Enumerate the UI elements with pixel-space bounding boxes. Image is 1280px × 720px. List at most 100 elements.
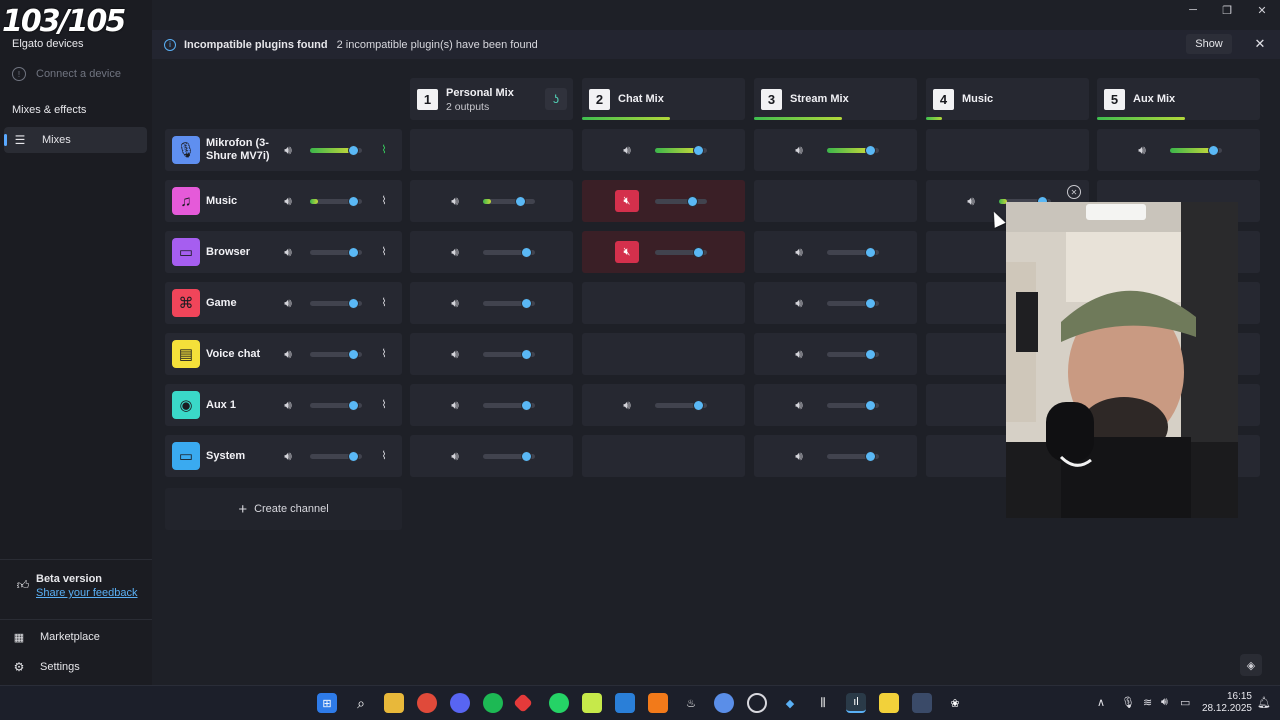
clock[interactable]: 16:15 28.12.2025 (1196, 691, 1252, 715)
obs-icon[interactable] (747, 693, 767, 713)
layers-button[interactable]: ◈ (1240, 654, 1262, 676)
speaker-icon[interactable]: 🔊︎ (280, 194, 296, 208)
effects-waveform-icon[interactable]: ⌇ (376, 347, 392, 361)
speaker-icon[interactable]: 🔊︎ (280, 347, 296, 361)
spotify-icon[interactable] (483, 693, 503, 713)
slider-knob[interactable] (865, 451, 876, 462)
slider-knob[interactable] (348, 400, 359, 411)
app-a-icon[interactable] (648, 693, 668, 713)
slider-knob[interactable] (865, 400, 876, 411)
slider-knob[interactable] (693, 247, 704, 258)
speaker-icon[interactable]: 🔊︎ (447, 347, 463, 361)
speaker-icon[interactable]: 🔊︎ (791, 398, 807, 412)
volume-slider[interactable] (655, 247, 707, 258)
volume-slider[interactable] (310, 298, 362, 309)
mix-cell[interactable] (410, 129, 573, 171)
speaker-icon[interactable]: 🔊︎ (447, 245, 463, 259)
speaker-icon[interactable]: 🔊︎ (280, 296, 296, 310)
davinci-icon[interactable] (912, 693, 932, 713)
mix-header-4[interactable]: 4 Music (926, 78, 1089, 120)
notification-bell-icon[interactable]: 🔔︎ (1257, 696, 1271, 709)
speaker-icon[interactable]: 🔊︎ (280, 398, 296, 412)
speaker-icon[interactable]: 🔊︎ (791, 347, 807, 361)
close-window-button[interactable]: ✕ (1247, 4, 1277, 20)
volume-slider[interactable] (1170, 145, 1222, 156)
app-stream-icon[interactable]: ◆ (780, 693, 800, 713)
mix-cell[interactable]: 🔊︎ (410, 282, 573, 324)
notes-app-icon[interactable] (582, 693, 602, 713)
slider-knob[interactable] (865, 247, 876, 258)
mix-header-2[interactable]: 2 Chat Mix (582, 78, 745, 120)
speaker-icon[interactable]: 🔊︎ (447, 449, 463, 463)
mix-cell[interactable]: 🔊︎ (754, 435, 917, 477)
speaker-icon[interactable]: 🔊︎ (447, 398, 463, 412)
slider-knob[interactable] (865, 145, 876, 156)
mix-cell[interactable]: 🔇︎ (582, 231, 745, 273)
speaker-icon[interactable]: 🔊︎ (619, 398, 635, 412)
minimize-button[interactable]: ─ (1178, 4, 1208, 20)
muted-speaker-icon[interactable]: 🔇︎ (615, 241, 639, 263)
maximize-button[interactable]: ❐ (1212, 4, 1242, 20)
slider-knob[interactable] (865, 298, 876, 309)
dismiss-banner-button[interactable]: ✕ (1252, 36, 1268, 52)
sidebar-item-marketplace[interactable]: ▦ Marketplace (4, 624, 147, 650)
mix-cell[interactable] (582, 435, 745, 477)
mix-cell[interactable]: 🔊︎ (754, 231, 917, 273)
slider-knob[interactable] (693, 145, 704, 156)
mix-cell[interactable] (754, 180, 917, 222)
volume-slider[interactable] (483, 451, 535, 462)
remove-button[interactable]: ✕ (1067, 185, 1081, 199)
windows-start-icon[interactable]: ⊞ (317, 693, 337, 713)
speaker-icon[interactable]: 🔊︎ (791, 296, 807, 310)
audio-editor-icon[interactable]: ⫼ (813, 693, 833, 713)
microphone-tray-icon[interactable]: 🎙︎ (1121, 696, 1135, 709)
chrome-icon[interactable] (417, 693, 437, 713)
volume-slider[interactable] (827, 247, 879, 258)
mix-cell[interactable]: 🔇︎ (582, 180, 745, 222)
volume-slider[interactable] (310, 451, 362, 462)
mix-cell[interactable]: 🔊︎ (582, 129, 745, 171)
effects-waveform-icon[interactable]: ⌇ (376, 194, 392, 208)
whatsapp-icon[interactable] (549, 693, 569, 713)
volume-slider[interactable] (310, 247, 362, 258)
slider-knob[interactable] (348, 451, 359, 462)
slider-knob[interactable] (521, 451, 532, 462)
speaker-icon[interactable]: 🔊︎ (447, 194, 463, 208)
battery-icon[interactable]: ▭ (1180, 696, 1190, 709)
sidebar-item-mixes[interactable]: ☰ Mixes (4, 127, 147, 153)
vscode-icon[interactable] (615, 693, 635, 713)
mix-header-5[interactable]: 5 Aux Mix (1097, 78, 1260, 120)
mix-cell[interactable] (926, 129, 1089, 171)
chevron-up-icon[interactable]: ∧ (1097, 696, 1105, 709)
mix-cell[interactable]: 🔊︎ (410, 435, 573, 477)
slider-knob[interactable] (693, 400, 704, 411)
steam-icon[interactable]: ♨ (681, 693, 701, 713)
mix-cell[interactable]: 🔊︎ (754, 129, 917, 171)
volume-slider[interactable] (483, 298, 535, 309)
volume-slider[interactable] (483, 400, 535, 411)
create-channel-button[interactable]: + Create channel (165, 488, 402, 530)
volume-slider[interactable] (483, 196, 535, 207)
connect-device-item[interactable]: ! Connect a device (12, 67, 121, 81)
slider-knob[interactable] (348, 247, 359, 258)
volume-slider[interactable] (483, 349, 535, 360)
slider-knob[interactable] (1208, 145, 1219, 156)
volume-slider[interactable] (827, 298, 879, 309)
slider-knob[interactable] (865, 349, 876, 360)
monitor-ear-button[interactable]: ʖ (545, 88, 567, 110)
volume-slider[interactable] (310, 196, 362, 207)
speaker-icon[interactable]: 🔊︎ (280, 245, 296, 259)
sticky-notes-icon[interactable] (879, 693, 899, 713)
show-plugins-button[interactable]: Show (1186, 34, 1232, 54)
slider-knob[interactable] (348, 196, 359, 207)
speaker-icon[interactable]: 🔊︎ (280, 449, 296, 463)
slider-knob[interactable] (521, 247, 532, 258)
file-explorer-icon[interactable] (384, 693, 404, 713)
slider-knob[interactable] (521, 298, 532, 309)
volume-slider[interactable] (827, 400, 879, 411)
mix-cell[interactable] (582, 333, 745, 375)
feedback-link[interactable]: Share your feedback (36, 587, 138, 599)
mix-header-1[interactable]: 1 Personal Mix 2 outputs ʖ (410, 78, 573, 120)
slider-knob[interactable] (515, 196, 526, 207)
mix-header-3[interactable]: 3 Stream Mix (754, 78, 917, 120)
